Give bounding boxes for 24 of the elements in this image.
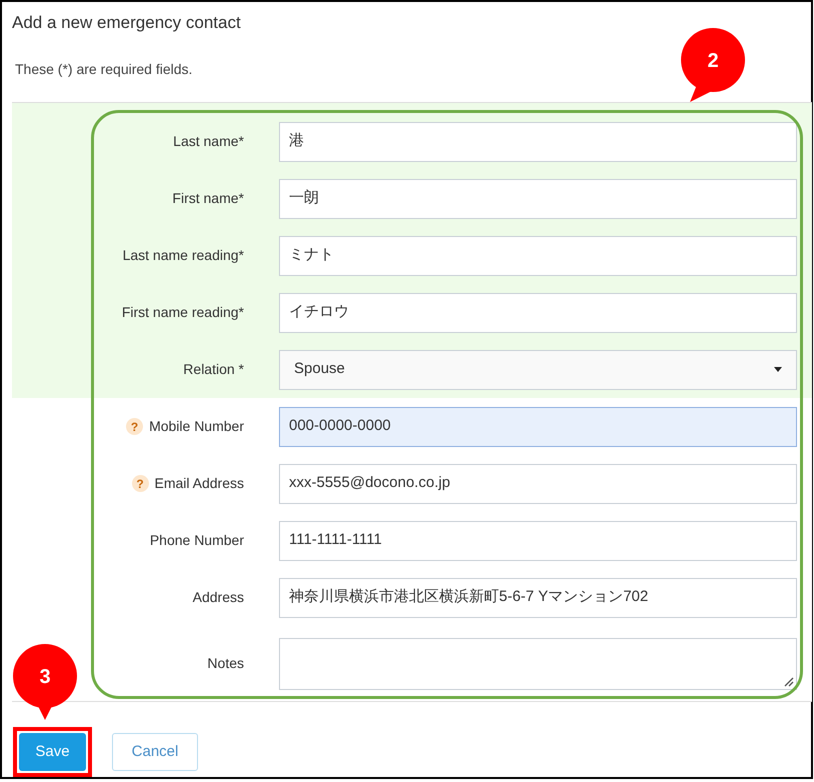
required-note: These (*) are required fields. (15, 60, 192, 79)
text-field[interactable]: 000-0000-0000 (279, 406, 797, 446)
relation-dropdown[interactable]: Spouse (279, 350, 797, 390)
text-field[interactable]: 神奈川県横浜市港北区横浜新町5-6-7 Yマンション702 (279, 578, 797, 618)
field-label: Notes (207, 654, 244, 673)
text-field[interactable]: 港 (279, 122, 797, 162)
resize-grip-icon[interactable] (784, 676, 794, 686)
text-field[interactable]: xxx-5555@docono.co.jp (279, 464, 797, 504)
text-field[interactable]: 111-1111-1111 (279, 520, 797, 560)
caret-icon (774, 367, 782, 372)
field-label: First name* (172, 189, 244, 208)
field-label: Relation * (183, 360, 244, 379)
text-field[interactable]: イチロウ (279, 292, 797, 332)
field-label: Phone Number (150, 531, 244, 550)
field-label: Mobile Number (149, 417, 244, 436)
field-label: Address (192, 588, 244, 607)
field-label: Last name* (173, 132, 244, 151)
field-label: Last name reading* (122, 246, 244, 265)
notes-field[interactable] (279, 638, 797, 690)
text-field[interactable]: ミナト (279, 236, 797, 276)
text-field[interactable]: 一朗 (279, 178, 797, 218)
field-label: Email Address (154, 474, 244, 493)
field-label: First name reading* (122, 303, 244, 322)
dialog-title: Add a new emergency contact (12, 12, 241, 34)
